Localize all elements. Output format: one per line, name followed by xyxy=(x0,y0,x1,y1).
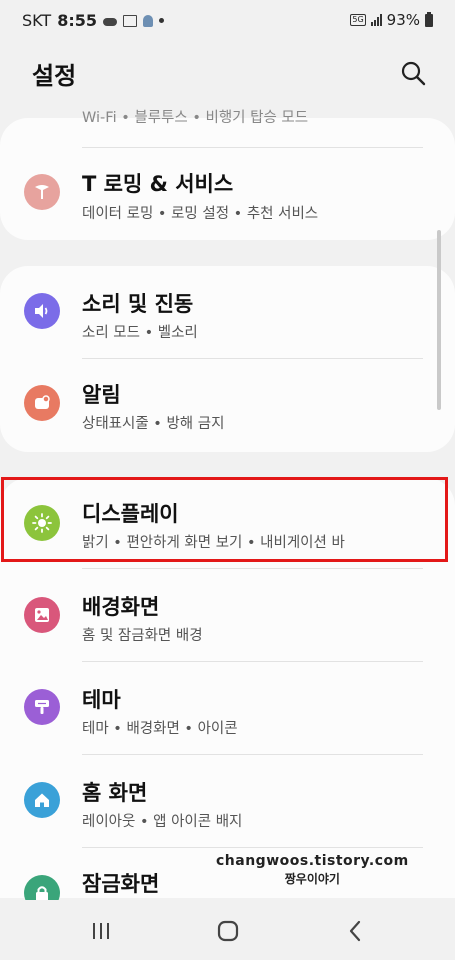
settings-item-subtitle: 레이아웃 • 앱 아이콘 배지 xyxy=(82,814,243,830)
settings-item-subtitle: 상태표시줄 • 방해 금지 xyxy=(82,416,225,432)
back-icon xyxy=(349,920,361,942)
recent-apps-button[interactable] xyxy=(86,916,116,946)
status-bar: SKT 8:55 5G 93% xyxy=(0,0,455,40)
lock-icon xyxy=(24,875,60,900)
settings-item-theme[interactable]: 테마 테마 • 배경화면 • 아이콘 xyxy=(0,662,455,754)
network-type-icon: 5G xyxy=(350,14,366,26)
more-notifications-icon xyxy=(158,18,164,23)
page-title: 설정 xyxy=(32,62,77,90)
wallpaper-icon xyxy=(24,597,60,633)
settings-item-sound[interactable]: 소리 및 진동 소리 모드 • 벨소리 xyxy=(0,266,455,358)
settings-item-title: 테마 xyxy=(82,688,121,712)
settings-item-subtitle: 테마 • 배경화면 • 아이콘 xyxy=(82,721,238,737)
home-nav-icon xyxy=(217,920,239,942)
roaming-icon xyxy=(24,174,60,210)
settings-item-subtitle: 홈 및 잠금화면 배경 xyxy=(82,628,203,644)
carrier-label: SKT xyxy=(22,11,52,30)
settings-item-home-screen[interactable]: 홈 화면 레이아웃 • 앱 아이콘 배지 xyxy=(0,755,455,847)
gallery-icon xyxy=(122,14,137,27)
settings-item-title: 알림 xyxy=(82,383,121,407)
cloud-icon xyxy=(102,17,117,26)
watermark: changwoos.tistory.com 짱우이야기 xyxy=(216,853,409,887)
settings-item-subtitle: 데이터 로밍 • 로밍 설정 • 추천 서비스 xyxy=(82,206,319,222)
watermark-author: 짱우이야기 xyxy=(284,872,340,886)
theme-icon xyxy=(24,689,60,725)
settings-item-title: 잠금화면 xyxy=(82,872,160,896)
settings-item-title: 배경화면 xyxy=(82,595,160,619)
clock: 8:55 xyxy=(57,11,97,30)
settings-item-title: 홈 화면 xyxy=(82,781,148,805)
settings-item-subtitle: Wi-Fi • 블루투스 • 비행기 탑승 모드 xyxy=(82,110,309,126)
watermark-url: changwoos.tistory.com xyxy=(216,853,409,869)
settings-item-wallpaper[interactable]: 배경화면 홈 및 잠금화면 배경 xyxy=(0,569,455,661)
settings-item-subtitle: 소리 모드 • 벨소리 xyxy=(82,325,198,341)
sound-icon xyxy=(24,293,60,329)
settings-item-connections[interactable]: Wi-Fi • 블루투스 • 비행기 탑승 모드 xyxy=(0,100,455,128)
notification-icon xyxy=(24,385,60,421)
battery-icon xyxy=(425,11,433,27)
recent-apps-icon xyxy=(93,923,109,939)
settings-item-title: T 로밍 & 서비스 xyxy=(82,172,234,196)
settings-item-roaming[interactable]: T 로밍 & 서비스 데이터 로밍 • 로밍 설정 • 추천 서비스 xyxy=(0,148,455,238)
settings-item-notifications[interactable]: 알림 상태표시줄 • 방해 금지 xyxy=(0,359,455,451)
back-button[interactable] xyxy=(340,916,370,946)
highlight-box xyxy=(1,477,448,562)
home-button[interactable] xyxy=(213,916,243,946)
search-button[interactable] xyxy=(398,58,428,88)
signal-icon xyxy=(370,14,382,26)
navigation-bar xyxy=(0,900,455,960)
app-notification-icon xyxy=(142,14,153,27)
search-icon xyxy=(401,61,426,86)
home-icon xyxy=(24,782,60,818)
battery-percent: 93% xyxy=(386,11,420,29)
scrollbar[interactable] xyxy=(437,230,441,410)
settings-item-title: 소리 및 진동 xyxy=(82,292,194,316)
